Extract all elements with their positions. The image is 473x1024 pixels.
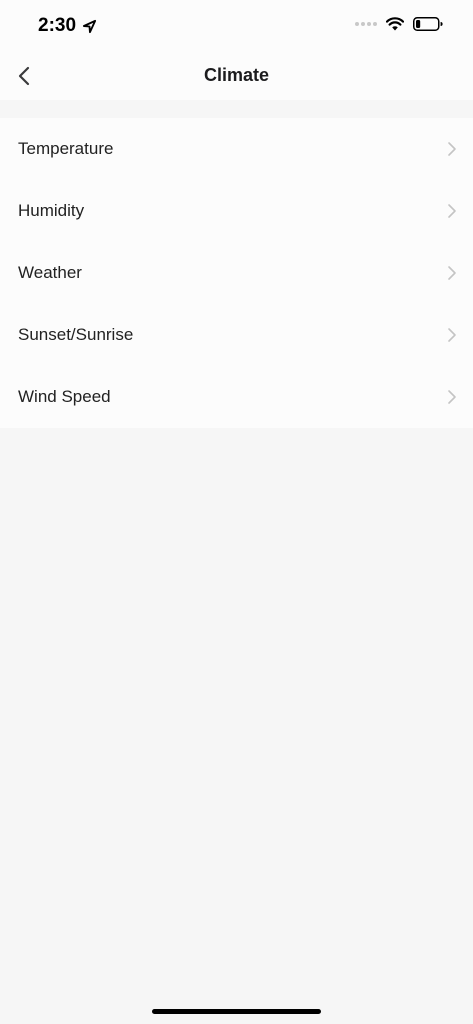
- screen: 2:30 Climate Temperature Humidity Weathe…: [0, 0, 473, 1024]
- list-item-label: Wind Speed: [18, 387, 111, 406]
- chevron-right-icon: [448, 390, 456, 404]
- list-item-wind-speed[interactable]: Wind Speed: [0, 366, 473, 428]
- cellular-signal-icon: [355, 22, 377, 26]
- status-bar: 2:30: [0, 0, 473, 52]
- wifi-icon: [386, 17, 404, 31]
- chevron-right-icon: [448, 204, 456, 218]
- list-item-label: Sunset/Sunrise: [18, 325, 134, 344]
- chevron-right-icon: [448, 142, 456, 156]
- navigation-bar: Climate: [0, 52, 473, 100]
- list-item-label: Temperature: [18, 139, 114, 158]
- list-item-sunset-sunrise[interactable]: Sunset/Sunrise: [0, 304, 473, 366]
- status-indicators: [355, 17, 443, 31]
- chevron-right-icon: [448, 266, 456, 280]
- status-time: 2:30: [38, 15, 77, 36]
- list-item-temperature[interactable]: Temperature: [0, 118, 473, 180]
- home-indicator[interactable]: [152, 1009, 321, 1014]
- list-item-humidity[interactable]: Humidity: [0, 180, 473, 242]
- location-arrow-icon: [82, 19, 97, 33]
- battery-icon: [413, 17, 443, 31]
- list-item-label: Humidity: [18, 201, 85, 220]
- status-time-group: 2:30: [38, 15, 97, 37]
- climate-options-list: Temperature Humidity Weather Sunset/Sunr…: [0, 118, 473, 428]
- list-item-label: Weather: [18, 263, 82, 282]
- list-item-weather[interactable]: Weather: [0, 242, 473, 304]
- page-title: Climate: [203, 65, 270, 85]
- chevron-right-icon: [448, 328, 456, 342]
